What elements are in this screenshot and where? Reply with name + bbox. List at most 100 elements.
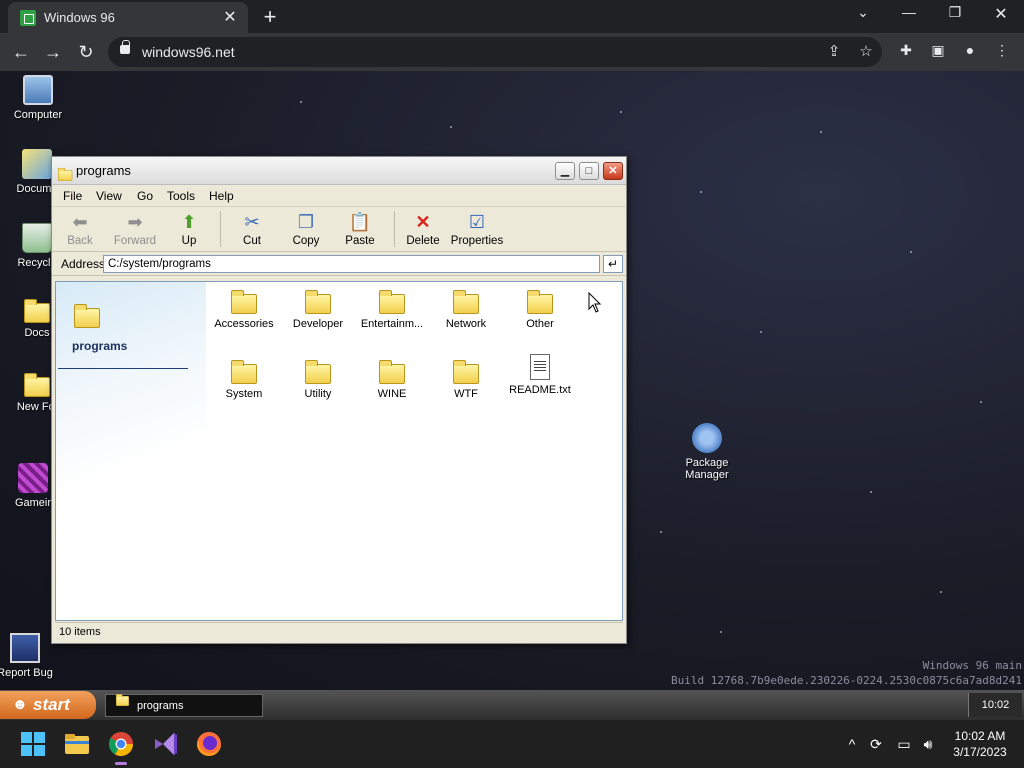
desktop-icon-label: Computer [13,109,63,121]
win96-desktop: Computer Docume Recycle Docs New Fol Gam… [0,71,1024,690]
go-arrow-icon[interactable]: ↵ [603,255,623,273]
toolbar-separator [220,211,221,247]
address-field[interactable]: C:/system/programs [103,255,600,273]
browser-tab[interactable]: Windows 96 ✕ [8,2,248,33]
item-label: System [225,388,263,400]
item-label: Utility [304,388,332,400]
item-label: README.txt [509,384,571,396]
up-label: Up [181,235,197,247]
scissors-icon: ✂ [244,212,260,232]
folder-item[interactable]: WINE [355,356,429,400]
folder-item[interactable]: Entertainm... [355,286,429,330]
restore-window-icon[interactable]: ❐ [935,4,975,21]
minimize-window-icon[interactable]: — [889,4,929,20]
windows-start-icon[interactable] [18,729,48,759]
back-arrow-icon[interactable]: ← [8,39,34,65]
taskbar-window-button[interactable]: programs [105,694,263,717]
system-clock[interactable]: 10:02 AM 3/17/2023 [946,728,1014,760]
profile-avatar-icon[interactable]: ● [960,42,980,62]
desktop-icon-label: Docs [24,327,50,339]
item-label: Developer [292,318,344,330]
folder-view: programs Accessories Developer Entertain… [55,281,623,621]
menu-view[interactable]: View [96,189,122,203]
address-label: Address [61,257,106,271]
show-hidden-icons-chevron-icon[interactable]: ^ [842,736,862,752]
folder-icon [453,360,479,384]
file-explorer-icon[interactable] [62,729,92,759]
browser-tab-strip: Windows 96 ✕ + ⌄ — ❐ ✕ [0,0,1024,33]
more-menu-icon[interactable]: ⋮ [992,42,1012,62]
close-button[interactable]: ✕ [603,162,623,180]
file-item[interactable]: README.txt [503,352,577,396]
pane-divider [58,368,188,369]
cut-button[interactable]: ✂ Cut [225,211,279,247]
desktop-icon-package-manager[interactable]: Package Manager [670,423,744,481]
computer-icon [23,75,53,105]
folder-item[interactable]: Network [429,286,503,330]
menu-tools[interactable]: Tools [167,189,195,203]
game-cube-icon [18,463,48,493]
folder-icon [58,167,73,181]
win96-taskbar: ☻ start programs 10:02 [0,690,1024,720]
explorer-window: programs ▁ □ ✕ File View Go Tools Help ⬅… [51,156,627,644]
sync-icon[interactable]: ⟳ [866,736,886,753]
text-file-icon [530,354,550,380]
folder-item[interactable]: Accessories [207,286,281,330]
close-tab-icon[interactable]: ✕ [220,7,240,27]
minimize-button[interactable]: ▁ [555,162,575,180]
new-tab-icon[interactable]: + [258,4,282,30]
folder-info-pane: programs [56,282,206,620]
cut-label: Cut [243,235,261,247]
folder-icon [231,290,257,314]
network-monitor-icon[interactable]: ▭ [894,736,914,753]
desktop-icon-computer[interactable]: Computer [1,75,75,121]
up-button[interactable]: ⬆ Up [162,211,216,247]
volume-icon[interactable]: 🔊︎ [918,736,938,753]
firefox-icon[interactable] [194,729,224,759]
mouse-cursor-icon [588,292,602,313]
lock-icon[interactable] [120,40,130,54]
forward-button[interactable]: ➡ Forward [108,211,162,247]
delete-x-icon: ✕ [415,212,431,232]
extensions-puzzle-icon[interactable]: ✚ [896,42,916,62]
delete-button[interactable]: ✕ Delete [396,211,450,247]
address-bar[interactable]: windows96.net ⇪ ☆ [108,37,882,67]
reload-icon[interactable]: ↻ [73,39,99,65]
delete-label: Delete [406,235,440,247]
clock-time: 10:02 AM [954,729,1006,743]
windows-taskbar: ^ ⟳ ▭ 🔊︎ 10:02 AM 3/17/2023 [0,720,1024,768]
share-icon[interactable]: ⇪ [824,42,844,60]
properties-button[interactable]: ☑ Properties [450,211,504,247]
forward-arrow-icon[interactable]: → [40,39,66,65]
url-text[interactable]: windows96.net [142,44,235,60]
window-title-bar[interactable]: programs ▁ □ ✕ [52,157,626,185]
tab-search-chevron-icon[interactable]: ⌄ [843,4,883,21]
menu-help[interactable]: Help [209,189,234,203]
build-info-line1: Windows 96 main [922,659,1022,672]
folder-item[interactable]: System [207,356,281,400]
forward-label: Forward [113,235,157,247]
close-window-icon[interactable]: ✕ [981,4,1021,24]
package-manager-icon [692,423,722,453]
side-panel-icon[interactable]: ▣ [928,42,948,62]
folder-icon [527,290,553,314]
maximize-button[interactable]: □ [579,162,599,180]
copy-button[interactable]: ❐ Copy [279,211,333,247]
folder-item[interactable]: Developer [281,286,355,330]
chrome-icon[interactable] [106,729,136,765]
back-button[interactable]: ⬅ Back [53,211,107,247]
paste-button[interactable]: 📋 Paste [333,211,387,247]
folder-item[interactable]: WTF [429,356,503,400]
item-label: Entertainm... [360,318,424,330]
bookmark-star-icon[interactable]: ☆ [856,42,876,60]
start-button[interactable]: ☻ start [0,691,96,719]
visual-studio-icon[interactable] [150,729,180,759]
paste-clipboard-icon: 📋 [348,212,372,232]
menu-go[interactable]: Go [137,189,153,203]
folder-item[interactable]: Other [503,286,577,330]
folder-icon [453,290,479,314]
folder-item[interactable]: Utility [281,356,355,400]
toolbar-separator [394,211,395,247]
menu-file[interactable]: File [63,189,82,203]
win96-clock[interactable]: 10:02 [968,693,1022,717]
